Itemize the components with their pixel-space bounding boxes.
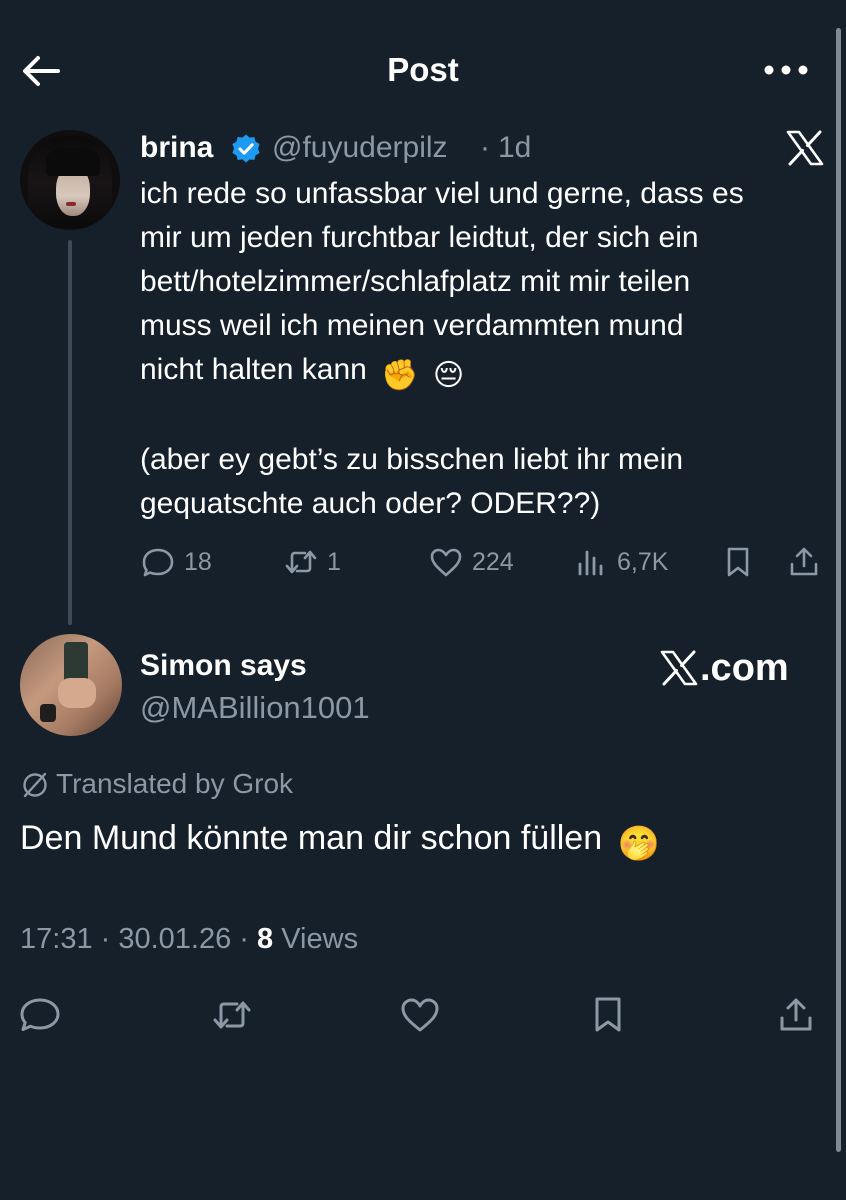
share-button[interactable] xyxy=(786,544,822,580)
like-count: 224 xyxy=(472,547,514,576)
share-button[interactable] xyxy=(774,995,820,1035)
views-button[interactable]: 6,7K xyxy=(573,544,668,580)
reply-button[interactable]: 18 xyxy=(140,544,212,580)
more-horizontal-icon xyxy=(764,65,808,75)
views-count: 6,7K xyxy=(617,547,669,576)
pensive-face-emoji: 😔 xyxy=(432,359,465,392)
post-text-line: ich rede so unfassbar viel und gerne, da… xyxy=(140,177,744,210)
avatar[interactable] xyxy=(20,130,120,230)
bookmark-button[interactable] xyxy=(720,544,756,580)
reply-text-content: Den Mund könnte man dir schon füllen xyxy=(20,819,603,857)
post-text-line: nicht halten kann xyxy=(140,353,367,386)
like-button[interactable]: 224 xyxy=(428,544,514,580)
reply-button[interactable] xyxy=(18,995,64,1035)
post-text-line: (aber ey gebt’s zu bisschen liebt ihr me… xyxy=(140,443,684,476)
share-icon xyxy=(780,998,812,1031)
grok-icon xyxy=(20,770,50,800)
raised-fist-emoji: ✊ xyxy=(381,359,419,392)
repost-icon xyxy=(213,1001,251,1029)
analytics-icon xyxy=(578,550,603,576)
repost-icon xyxy=(285,550,317,574)
post-text-line: muss weil ich meinen verdammten mund xyxy=(140,309,684,342)
views-count: 8 xyxy=(257,923,274,955)
reply-icon xyxy=(20,998,60,1031)
post-text-line: mir um jeden furchtbar leidtut, der sich… xyxy=(140,221,699,254)
post-text-line-with-emoji: nicht halten kann ✊ 😔 xyxy=(140,348,464,398)
avatar[interactable] xyxy=(20,634,122,736)
post-meta: 17:31 · 30.01.26 · 8 Views xyxy=(20,923,359,955)
scrollbar[interactable] xyxy=(836,28,841,1152)
post-time[interactable]: 17:31 xyxy=(20,923,93,955)
reply-icon xyxy=(142,548,174,577)
watermark-text: .com xyxy=(700,646,789,689)
like-button[interactable] xyxy=(398,995,444,1035)
x-logo-icon xyxy=(660,650,698,686)
repost-button[interactable] xyxy=(210,995,256,1035)
bookmark-icon xyxy=(595,997,621,1032)
heart-icon xyxy=(430,548,462,577)
translated-label[interactable]: Translated by Grok xyxy=(56,764,293,804)
x-com-watermark: .com xyxy=(660,646,789,690)
post-text-line: bett/hotelzimmer/schlafplatz mit mir tei… xyxy=(140,265,691,298)
post-date[interactable]: 30.01.26 xyxy=(118,923,231,955)
bookmark-button[interactable] xyxy=(586,995,632,1035)
page-title: Post xyxy=(387,51,459,88)
bookmark-icon xyxy=(727,547,749,577)
verified-badge-icon xyxy=(230,133,262,165)
more-button[interactable] xyxy=(760,52,812,88)
separator-dot: · xyxy=(480,131,490,164)
reply-count: 18 xyxy=(184,547,212,576)
views-label: Views xyxy=(281,923,359,955)
post-text-line: gequatschte auch oder? ODER??) xyxy=(140,487,601,520)
repost-button[interactable]: 1 xyxy=(283,544,341,580)
hand-over-mouth-emoji: 🤭 xyxy=(617,825,660,863)
share-icon xyxy=(790,547,818,576)
author-handle[interactable]: @MABillion1001 xyxy=(140,688,370,728)
author-name[interactable]: Simon says xyxy=(140,646,307,686)
post-time[interactable]: 1d xyxy=(498,128,531,168)
author-handle[interactable]: @fuyuderpilz xyxy=(272,128,448,168)
repost-count: 1 xyxy=(327,547,341,576)
reply-text: Den Mund könnte man dir schon füllen 🤭 xyxy=(20,814,660,868)
thread-line xyxy=(68,240,72,625)
author-name[interactable]: brina xyxy=(140,128,213,168)
x-logo-icon xyxy=(786,130,824,166)
heart-icon xyxy=(401,998,439,1032)
